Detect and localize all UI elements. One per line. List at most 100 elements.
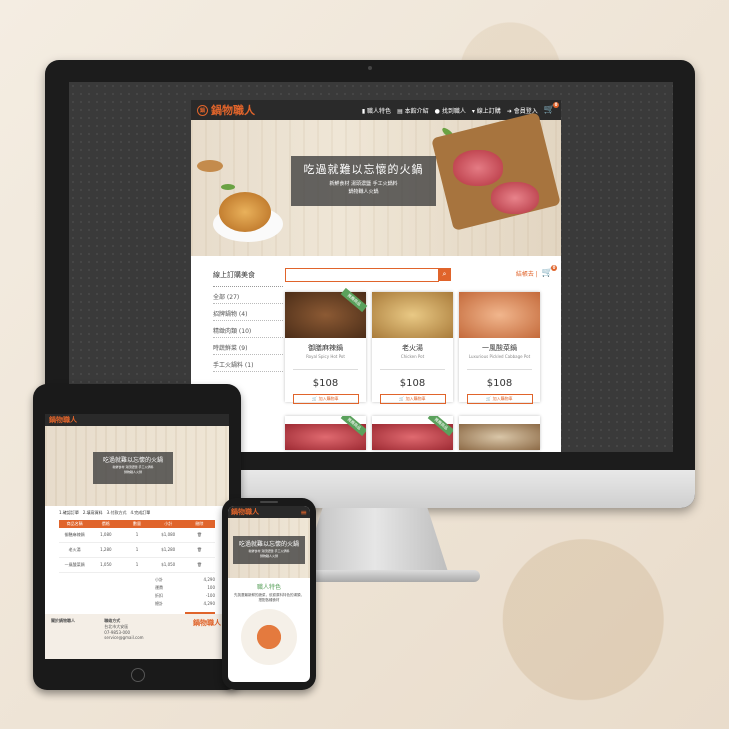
section-text: 先挑選最新鮮的蔬菜，依據原料特色的湯頭，搭配各種食材: [234, 593, 304, 602]
brand-logo[interactable]: 鍋 鍋物職人: [197, 102, 362, 118]
add-to-cart-button[interactable]: 🛒 加入購物車: [292, 394, 359, 404]
cell-name: 御膳麻辣鍋: [64, 532, 85, 537]
cell-subtotal: $1,080: [161, 532, 176, 537]
nav-label: 找到職人: [441, 107, 466, 115]
cell-name: 老火湯: [68, 547, 81, 552]
footer-title: 聯絡方式: [104, 618, 121, 623]
category-signature[interactable]: 招牌鍋物 (4): [213, 307, 283, 321]
footer-contact: 聯絡方式 台北市大安區 07-9853-000 service@gmail.co…: [104, 618, 156, 640]
product-name: 御膳麻辣鍋: [308, 344, 343, 352]
nav-label: 職人特色: [367, 107, 392, 115]
product-card[interactable]: 老火湯 Chicken Pot $108 🛒 加入購物車: [372, 292, 453, 404]
category-sidebar: 線上訂購美食 全部 (27) 招牌鍋物 (4) 精緻肉類 (10) 時蔬鮮菜 (…: [213, 270, 283, 372]
total-row: 運費 100: [155, 584, 215, 592]
tablet-home-button[interactable]: [131, 668, 145, 682]
total-row: 折扣 -100: [155, 592, 215, 600]
trash-icon[interactable]: 🗑: [184, 547, 215, 553]
trash-icon[interactable]: 🗑: [184, 562, 215, 568]
category-all[interactable]: 全部 (27): [213, 290, 283, 304]
search-button[interactable]: ⌕: [438, 268, 451, 281]
phone-speaker: [260, 501, 278, 503]
total-value: 100: [207, 585, 215, 590]
tablet-screen: 鍋物職人 吃過就難以忘懷的火鍋 新鮮食材 湯頭濃鹽 手工火鍋料 鍋物職人火鍋 1…: [45, 414, 229, 659]
column-header: 小計: [164, 521, 173, 526]
product-price: $108: [293, 369, 358, 389]
brand-logo[interactable]: 鍋物職人: [49, 415, 225, 425]
column-header: 價格: [101, 521, 110, 526]
product-grid: 推薦商品 御膳麻辣鍋 Royal Spicy Hot Pot $108 🛒 加入…: [285, 287, 540, 404]
nav-label: 線上訂購: [476, 107, 501, 115]
camera: [368, 66, 372, 70]
steak-image: [491, 182, 539, 214]
doc-icon: ▤: [397, 107, 403, 115]
cell-qty[interactable]: 1: [121, 532, 152, 538]
hero-line2: 鍋物職人火鍋: [259, 554, 278, 558]
monitor-stand-base: [290, 570, 480, 582]
footer-logo: 鍋物職人: [193, 619, 221, 627]
nav-item-order[interactable]: ▾ 線上訂購: [472, 106, 501, 115]
order-table: 商品名稱 價格 數量 小計 刪除 御膳麻辣鍋 1,080 1 $1,080 🗑 …: [59, 520, 215, 573]
total-label: 總計: [155, 601, 163, 606]
product-card[interactable]: 推薦商品: [285, 416, 366, 450]
brand-logo[interactable]: 鍋物職人: [231, 507, 300, 517]
shop-content: 線上訂購美食 全部 (27) 招牌鍋物 (4) 精緻肉類 (10) 時蔬鮮菜 (…: [191, 256, 561, 452]
cart-icon: ▾: [471, 107, 475, 115]
checkout-label: 結帳去 |: [515, 270, 538, 278]
hero-title: 吃過就難以忘懷的火鍋: [238, 541, 299, 548]
product-image: [459, 424, 540, 450]
trash-icon[interactable]: 🗑: [184, 532, 215, 538]
total-row: 小計 4,290: [155, 576, 215, 584]
add-label: 加入購物車: [492, 396, 513, 401]
phone-screen: 鍋物職人 ≡ 吃過就難以忘懷的火鍋 新鮮食材 湯頭濃鹽 手工火鍋料 鍋物職人火鍋…: [228, 506, 310, 682]
nav-label: 本館介紹: [404, 107, 429, 115]
category-meat[interactable]: 精緻肉類 (10): [213, 324, 283, 338]
total-value: 4,290: [203, 577, 215, 582]
hero-line2: 鍋物職人火鍋: [123, 470, 142, 474]
category-handmade[interactable]: 手工火鍋料 (1): [213, 358, 283, 372]
checkout-link[interactable]: 結帳去 | 🛒 0: [515, 265, 557, 278]
product-card[interactable]: 推薦商品: [372, 416, 453, 450]
product-card[interactable]: [459, 416, 540, 450]
total-label: 運費: [155, 585, 163, 590]
hero-title: 吃過就難以忘懷的火鍋: [102, 457, 163, 464]
dish-image: [241, 609, 297, 665]
cell-price: 1,280: [100, 547, 112, 552]
table-row: 一風酸菜鍋 1,050 1 $1,050 🗑: [59, 558, 215, 573]
cell-qty[interactable]: 1: [121, 547, 152, 553]
cell-price: 1,080: [100, 532, 112, 537]
cell-subtotal: $1,050: [161, 562, 176, 567]
cart-count: 0: [551, 265, 557, 271]
features-section: 職人特色 先挑選最新鮮的蔬菜，依據原料特色的湯頭，搭配各種食材: [228, 578, 310, 665]
nav-item-about[interactable]: ▤ 本館介紹: [397, 106, 429, 115]
hero-line1: 新鮮食材 湯頭濃鹽 手工火鍋料: [329, 181, 398, 187]
cart-button[interactable]: 🛒 0: [544, 102, 559, 115]
footer-title: 關於鍋物職人: [51, 618, 75, 623]
tablet-nav-bar: 鍋物職人: [45, 414, 229, 426]
total-label: 折扣: [155, 593, 163, 598]
logo-text: 鍋物職人: [231, 508, 259, 516]
add-to-cart-button[interactable]: 🛒 加入購物車: [466, 394, 533, 404]
search-input[interactable]: [285, 268, 439, 282]
spoon-image: [197, 160, 223, 172]
product-image: [372, 292, 453, 338]
product-english-name: Royal Spicy Hot Pot: [306, 354, 345, 359]
product-price: $108: [380, 369, 445, 389]
product-price: $108: [467, 369, 532, 389]
add-label: 加入購物車: [405, 396, 426, 401]
contact-line[interactable]: service@gmail.com: [104, 635, 143, 640]
nav-item-features[interactable]: ▮ 職人特色: [362, 106, 391, 115]
product-card[interactable]: 一風酸菜鍋 Luxurious Pickled Cabbage Pot $108…: [459, 292, 540, 404]
category-vegetables[interactable]: 時蔬鮮菜 (9): [213, 341, 283, 355]
hero-title: 吃過就難以忘懷的火鍋: [303, 163, 424, 176]
product-card[interactable]: 推薦商品 御膳麻辣鍋 Royal Spicy Hot Pot $108 🛒 加入…: [285, 287, 368, 404]
cell-subtotal: $1,280: [161, 547, 176, 552]
cell-price: 1,050: [100, 562, 112, 567]
hamburger-menu-icon[interactable]: ≡: [300, 508, 307, 517]
nav-item-location[interactable]: ● 找到職人: [435, 106, 466, 115]
phone-device: 鍋物職人 ≡ 吃過就難以忘懷的火鍋 新鮮食材 湯頭濃鹽 手工火鍋料 鍋物職人火鍋…: [222, 498, 316, 690]
add-to-cart-button[interactable]: 🛒 加入購物車: [379, 394, 446, 404]
total-label: 小計: [155, 577, 163, 582]
cell-qty[interactable]: 1: [121, 562, 152, 568]
product-name: 老火湯: [402, 344, 423, 352]
hero-caption: 吃過就難以忘懷的火鍋 新鮮食材 湯頭濃鹽 手工火鍋料 鍋物職人火鍋: [291, 156, 436, 206]
